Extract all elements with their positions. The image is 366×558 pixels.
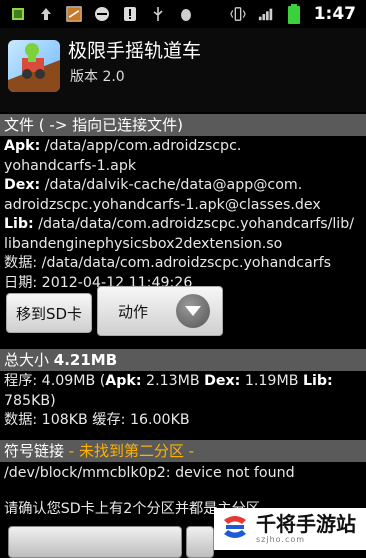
size-section-header: 总大小 4.21MB [0, 349, 366, 371]
android-icon [10, 6, 26, 22]
watermark-title: 千将手游站 [256, 512, 356, 536]
watermark-text: 千将手游站 szjho.com [256, 514, 356, 544]
total-size: 4.21MB [53, 351, 118, 369]
dex-path-cont: adroidzscpc.yohandcarfs-1.apk@classes.de… [4, 196, 321, 213]
move-to-sd-label: 移到SD卡 [15, 304, 83, 323]
lib-path-cont: libandenginephysicsbox2dextension.so [4, 235, 283, 252]
symlink-section-header: 符号链接 - 未找到第二分区 - [0, 440, 366, 462]
system-icons: 1:47 [229, 4, 366, 24]
debug-icon [178, 6, 194, 22]
files-section-label: 文件 [4, 116, 35, 134]
chevron-down-icon [176, 294, 210, 328]
status-bar: 1:47 [0, 0, 366, 29]
usb-icon [150, 6, 166, 22]
size-section-label: 总大小 [4, 351, 50, 369]
clock: 1:47 [313, 4, 356, 24]
upload-icon [38, 6, 54, 22]
signal-icon [258, 6, 274, 22]
device-status: /dev/block/mmcblk0p2: device not found [4, 465, 295, 481]
app-icon [8, 40, 60, 92]
file-info: Apk: /data/app/com.adroidzscpc. yohandca… [4, 137, 360, 293]
bottom-left-button[interactable] [8, 526, 182, 558]
size-info: 程序: 4.09MB (Apk: 2.13MB Dex: 1.19MB Lib:… [4, 372, 360, 431]
apk-path: Apk: /data/app/com.adroidzscpc. [4, 138, 242, 154]
dex-path: Dex: /data/dalvik-cache/data@app@com. [4, 177, 303, 193]
app-title: 极限手摇轨道车 [68, 40, 202, 62]
data-cache-size: 数据: 108KB 缓存: 16.00KB [4, 412, 190, 428]
watermark-logo-icon [220, 512, 250, 546]
vibrate-icon [229, 6, 246, 22]
lib-size: 785KB) [4, 392, 56, 409]
program-size: 程序: 4.09MB (Apk: 2.13MB Dex: 1.19MB Lib: [4, 373, 333, 389]
move-to-sd-button[interactable]: 移到SD卡 [6, 293, 92, 333]
watermark-url: szjho.com [256, 535, 306, 544]
action-button[interactable]: 动作 [97, 286, 223, 336]
files-section-header: 文件 ( -> 指向已连接文件) [0, 114, 366, 136]
bottom-right-button[interactable] [186, 526, 214, 558]
app-version: 版本 2.0 [70, 69, 125, 85]
action-label: 动作 [118, 303, 149, 321]
data-path: 数据: /data/data/com.adroidzscpc.yohandcar… [4, 255, 332, 271]
symlink-section-accent: - 未找到第二分区 - [68, 442, 195, 460]
game-icon [66, 6, 82, 22]
no-entry-icon [94, 6, 110, 22]
files-section-accent: ( -> 指向已连接文件) [38, 116, 184, 134]
symlink-section-label: 符号链接 [4, 442, 65, 460]
apk-path-cont: yohandcarfs-1.apk [4, 157, 137, 174]
battery-icon [286, 4, 302, 24]
alert-icon [122, 6, 138, 22]
watermark: 千将手游站 szjho.com [214, 508, 366, 550]
notification-icons [0, 6, 194, 22]
app-header: 极限手摇轨道车 版本 2.0 [0, 28, 366, 112]
symlink-info: /dev/block/mmcblk0p2: device not found [4, 464, 360, 484]
lib-path: Lib: /data/data/com.adroidzscpc.yohandca… [4, 216, 355, 232]
